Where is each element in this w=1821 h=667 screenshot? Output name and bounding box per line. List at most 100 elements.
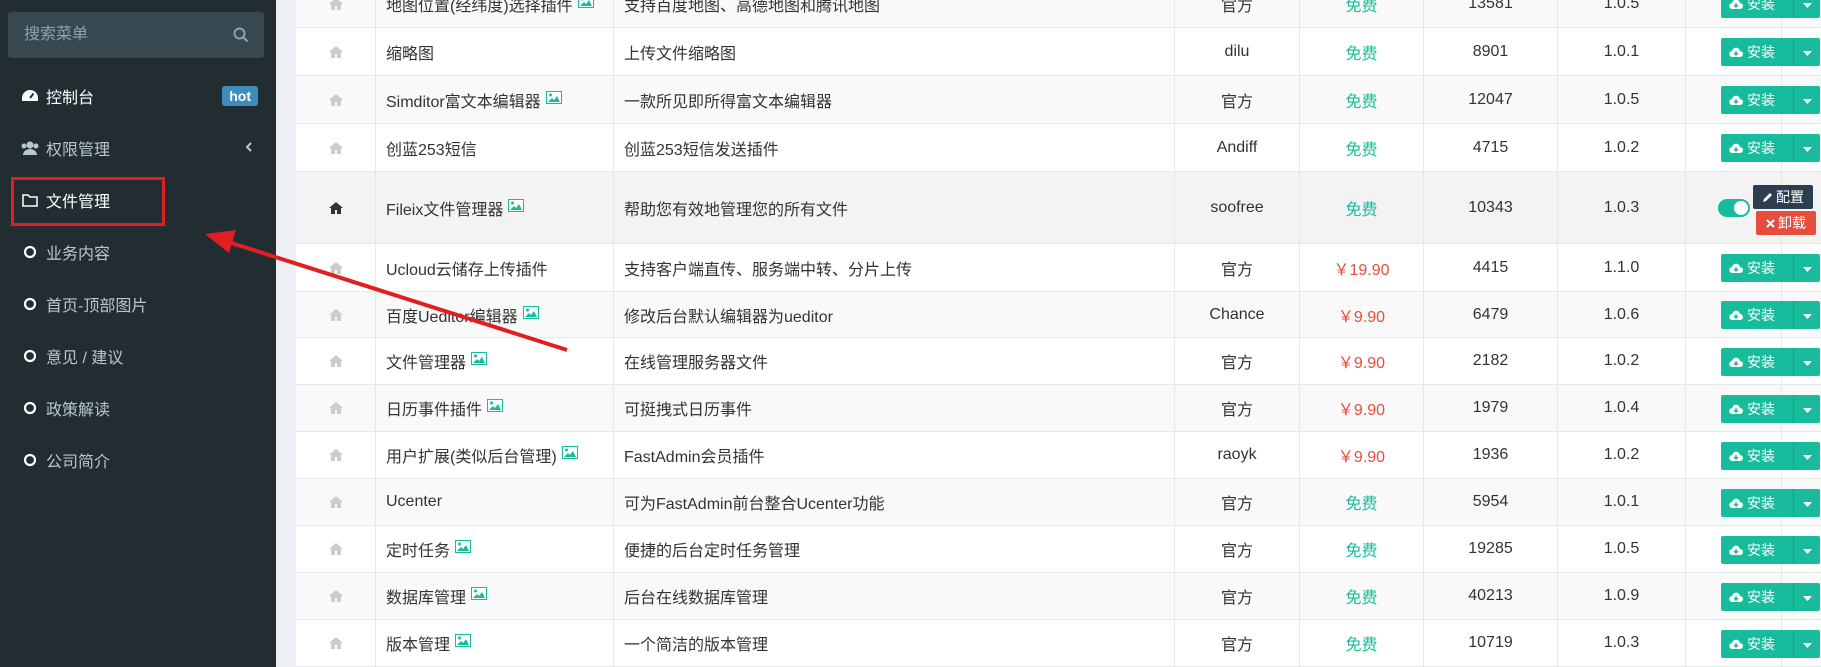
image-preview-icon[interactable] (545, 90, 562, 109)
home-icon[interactable] (296, 28, 376, 75)
install-dropdown-toggle[interactable] (1794, 542, 1820, 558)
install-main[interactable]: 安装 (1721, 38, 1794, 66)
install-dropdown-toggle[interactable] (1794, 0, 1820, 12)
install-main[interactable]: 安装 (1721, 583, 1794, 611)
install-main[interactable]: 安装 (1721, 630, 1794, 658)
sidebar-item-banner[interactable]: 首页-顶部图片 (0, 278, 276, 330)
install-main[interactable]: 安装 (1721, 536, 1794, 564)
home-icon[interactable] (296, 385, 376, 431)
image-preview-icon[interactable] (471, 352, 488, 370)
table-row: 缩略图 上传文件缩略图 dilu 免费 8901 1.0.1 安装 (296, 28, 1821, 76)
circle-icon (20, 450, 40, 470)
sidebar-item-about[interactable]: 公司简介 (0, 434, 276, 486)
addon-name: 地图位置(经纬度)选择插件 (386, 0, 573, 15)
home-icon[interactable] (296, 620, 376, 666)
image-preview-icon[interactable] (561, 446, 578, 464)
sidebar-item-permissions[interactable]: 权限管理 (0, 122, 276, 174)
install-main[interactable]: 安装 (1721, 254, 1794, 282)
addon-version: 1.0.2 (1558, 338, 1686, 384)
config-button[interactable]: 配置 (1753, 185, 1813, 209)
install-button[interactable]: 安装 (1721, 489, 1820, 517)
install-button[interactable]: 安装 (1721, 536, 1820, 564)
home-icon[interactable] (296, 172, 376, 243)
install-button[interactable]: 安装 (1721, 38, 1820, 66)
install-button[interactable]: 安装 (1721, 254, 1820, 282)
image-preview-icon[interactable] (522, 305, 539, 324)
install-main[interactable]: 安装 (1721, 348, 1794, 376)
home-icon[interactable] (296, 292, 376, 337)
install-dropdown-toggle[interactable] (1794, 401, 1820, 417)
home-icon[interactable] (296, 0, 376, 27)
addon-description: 后台在线数据库管理 (614, 573, 1175, 619)
addon-name: Ucenter (386, 493, 443, 510)
addon-name-cell: Ucenter (376, 479, 614, 525)
install-main[interactable]: 安装 (1721, 134, 1794, 162)
image-preview-icon[interactable] (577, 0, 594, 13)
addon-version: 1.0.2 (1558, 432, 1686, 478)
install-button[interactable]: 安装 (1721, 0, 1820, 18)
sidebar-item-feedback[interactable]: 意见 / 建议 (0, 330, 276, 382)
install-main[interactable]: 安装 (1721, 0, 1794, 18)
image-preview-icon[interactable] (508, 198, 525, 217)
install-dropdown-toggle[interactable] (1794, 92, 1820, 108)
sidebar-item-business[interactable]: 业务内容 (0, 226, 276, 278)
install-button[interactable]: 安装 (1721, 348, 1820, 376)
image-preview-icon[interactable] (487, 399, 504, 417)
addon-name-cell: 缩略图 (376, 28, 614, 75)
install-button[interactable]: 安装 (1721, 630, 1820, 658)
install-main[interactable]: 安装 (1721, 301, 1794, 329)
addon-author: 官方 (1175, 0, 1300, 27)
install-button[interactable]: 安装 (1721, 583, 1820, 611)
addon-name-cell: 创蓝253短信 (376, 124, 614, 171)
sidebar-item-label: 意见 / 建议 (46, 350, 124, 367)
addon-price: 免费 (1300, 28, 1424, 75)
install-dropdown-toggle[interactable] (1794, 495, 1820, 511)
image-preview-icon[interactable] (471, 587, 488, 605)
circle-icon (20, 242, 40, 262)
install-dropdown-toggle[interactable] (1794, 354, 1820, 370)
install-dropdown-toggle[interactable] (1794, 307, 1820, 323)
addon-name: 文件管理器 (386, 355, 467, 372)
install-dropdown-toggle[interactable] (1794, 448, 1820, 464)
home-icon[interactable] (296, 338, 376, 384)
install-dropdown-toggle[interactable] (1794, 589, 1820, 605)
addon-name-cell: 日历事件插件 (376, 385, 614, 431)
table-row: Ucloud云储存上传插件 支持客户端直传、服务端中转、分片上传 官方 ￥19.90 4… (296, 244, 1821, 292)
image-preview-icon[interactable] (455, 540, 472, 558)
addon-price: 免费 (1300, 76, 1424, 123)
sidebar-item-dashboard[interactable]: 控制台 hot (0, 70, 276, 122)
home-icon[interactable] (296, 76, 376, 123)
install-button[interactable]: 安装 (1721, 86, 1820, 114)
install-dropdown-toggle[interactable] (1794, 260, 1820, 276)
addon-name-cell: 用户扩展(类似后台管理) (376, 432, 614, 478)
install-main[interactable]: 安装 (1721, 489, 1794, 517)
install-main[interactable]: 安装 (1721, 442, 1794, 470)
home-icon[interactable] (296, 124, 376, 171)
table-row: 版本管理 一个简洁的版本管理 官方 免费 10719 1.0.3 安装 (296, 620, 1821, 667)
install-dropdown-toggle[interactable] (1794, 44, 1820, 60)
home-icon[interactable] (296, 479, 376, 525)
addon-author: 官方 (1175, 479, 1300, 525)
image-preview-icon[interactable] (455, 634, 472, 652)
install-dropdown-toggle[interactable] (1794, 140, 1820, 156)
install-button[interactable]: 安装 (1721, 134, 1820, 162)
install-label: 安装 (1747, 260, 1775, 276)
install-main[interactable]: 安装 (1721, 395, 1794, 423)
install-dropdown-toggle[interactable] (1794, 636, 1820, 652)
install-button[interactable]: 安装 (1721, 301, 1820, 329)
addon-description: 创蓝253短信发送插件 (614, 124, 1175, 171)
addon-downloads: 13581 (1424, 0, 1558, 27)
addon-version: 1.0.5 (1558, 0, 1686, 27)
home-icon[interactable] (296, 573, 376, 619)
home-icon[interactable] (296, 244, 376, 291)
search-button[interactable] (226, 20, 256, 50)
enable-toggle[interactable] (1717, 198, 1750, 217)
install-main[interactable]: 安装 (1721, 86, 1794, 114)
install-button[interactable]: 安装 (1721, 395, 1820, 423)
home-icon[interactable] (296, 526, 376, 572)
sidebar-item-policy[interactable]: 政策解读 (0, 382, 276, 434)
install-button[interactable]: 安装 (1721, 442, 1820, 470)
uninstall-button[interactable]: 卸载 (1756, 211, 1816, 235)
home-icon[interactable] (296, 432, 376, 478)
search-input[interactable] (8, 12, 218, 58)
